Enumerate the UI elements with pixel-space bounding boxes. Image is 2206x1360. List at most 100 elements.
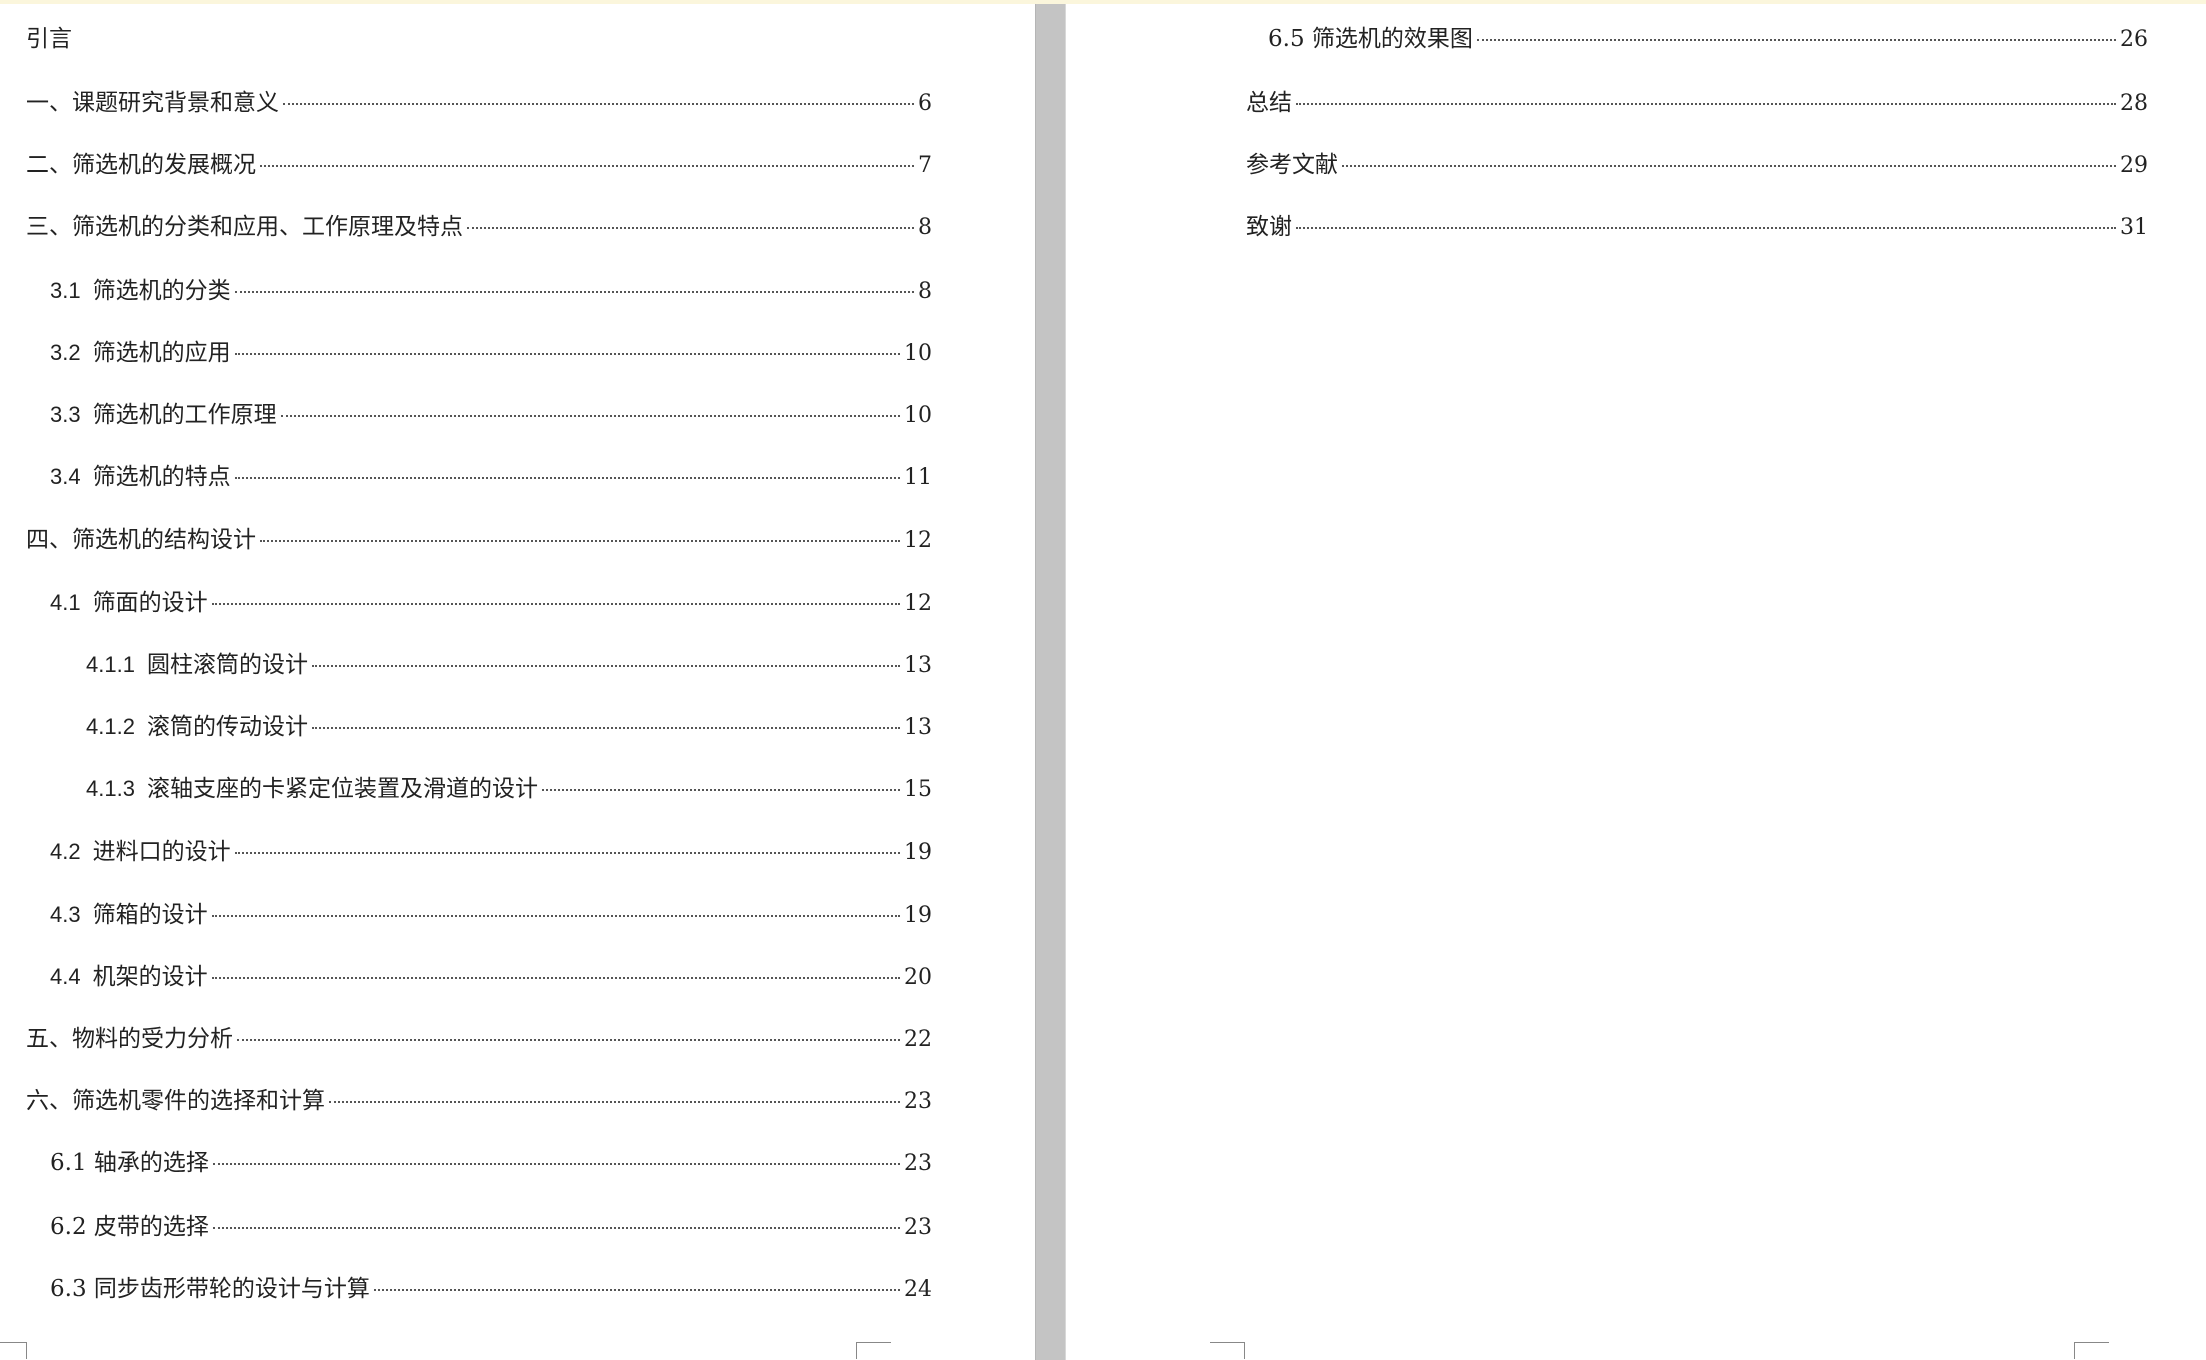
toc-entry-page-number: 7 (918, 153, 932, 178)
toc-entry-page-number: 26 (2120, 27, 2148, 52)
toc-entry-page-number: 23 (904, 1215, 932, 1240)
toc-entry-number: 3.1 (50, 278, 81, 303)
toc-entry-number: 4.1.1 (86, 652, 135, 677)
toc-dot-leader (211, 977, 900, 979)
toc-dot-leader (1296, 103, 2116, 105)
toc-entry-title: 筛箱的设计 (92, 902, 208, 928)
toc-entry-number: 4.2 (50, 839, 81, 864)
toc-entry-title: 六、筛选机零件的选择和计算 (26, 1088, 325, 1114)
toc-entry-number: 4.1.2 (86, 714, 135, 739)
document-page-left: 引言 一、课题研究背景和意义 6 二、筛选机的发展概况 7 三、筛选机的分类和应用、工作… (0, 4, 1035, 1360)
toc-entry: 3.2 筛选机的应用 10 (50, 336, 932, 370)
toc-entry-page-number: 28 (2120, 91, 2148, 116)
toc-dot-leader (234, 291, 914, 293)
toc-entry-number: 4.1 (50, 590, 81, 615)
toc-entry-title: 筛选机的工作原理 (92, 402, 277, 428)
toc-entry-number: 3.2 (50, 340, 81, 365)
toc-entry-number: 3.3 (50, 402, 81, 427)
toc-dot-leader (212, 1227, 900, 1229)
toc-dot-leader (311, 727, 900, 729)
toc-entry-title: 致谢 (1246, 214, 1292, 240)
toc-entry-number: 4.1.3 (86, 776, 135, 801)
toc-entry-title: 圆柱滚筒的设计 (146, 652, 308, 678)
page-corner-mark (1210, 1342, 1245, 1359)
toc-entry: 4.1.2 滚筒的传动设计 13 (86, 710, 932, 744)
toc-entry-title: 总结 (1246, 90, 1292, 116)
toc-entry-title: 6.3 同步齿形带轮的设计与计算 (50, 1276, 370, 1302)
toc-entry: 6.3 同步齿形带轮的设计与计算 24 (50, 1272, 932, 1306)
toc-entry-title: 三、筛选机的分类和应用、工作原理及特点 (26, 214, 463, 240)
toc-dot-leader (237, 1039, 900, 1041)
toc-dot-leader (329, 1101, 900, 1103)
toc-entry-title: 筛选机的应用 (92, 340, 231, 366)
toc-entry-title: 6.5 筛选机的效果图 (1268, 26, 1473, 52)
toc-entry-title: 二、筛选机的发展概况 (26, 152, 256, 178)
toc-entry: 3.1 筛选机的分类 8 (50, 274, 932, 308)
toc-entry-page-number: 8 (918, 279, 932, 304)
toc-entry-title: 筛面的设计 (92, 590, 208, 616)
toc-entry: 6.5 筛选机的效果图 26 (1268, 22, 2148, 56)
page-corner-mark (2074, 1342, 2109, 1359)
toc-dot-leader (260, 165, 914, 167)
toc-dot-leader (1342, 165, 2116, 167)
toc-entry-page-number: 12 (904, 528, 932, 553)
toc-dot-leader (311, 665, 900, 667)
toc-dot-leader (234, 353, 900, 355)
toc-entry-page-number: 10 (904, 341, 932, 366)
toc-entry-title: 五、物料的受力分析 (26, 1026, 233, 1052)
toc-dot-leader (373, 1289, 900, 1291)
toc-entry-title: 参考文献 (1246, 152, 1338, 178)
toc-entry: 六、筛选机零件的选择和计算 23 (26, 1084, 932, 1118)
toc-entry: 4.1 筛面的设计 12 (50, 586, 932, 620)
toc-dot-leader (260, 540, 900, 542)
toc-entry-title: 机架的设计 (92, 964, 208, 990)
page-corner-mark (856, 1342, 891, 1359)
toc-entry-title: 一、课题研究背景和意义 (26, 90, 279, 116)
toc-entry-title: 滚筒的传动设计 (146, 714, 308, 740)
toc-entry: 致谢 31 (1246, 210, 2148, 244)
document-page-right: 6.5 筛选机的效果图 26 总结 28 参考文献 29 致谢 31 (1066, 4, 2206, 1360)
toc-entry: 6.1 轴承的选择 23 (50, 1146, 932, 1180)
toc-dot-leader (211, 915, 900, 917)
toc-entry-page-number: 31 (2120, 215, 2148, 240)
toc-entry: 3.4 筛选机的特点 11 (50, 460, 932, 494)
toc-entry: 总结 28 (1246, 86, 2148, 120)
toc-dot-leader (1296, 227, 2116, 229)
toc-dot-leader (541, 789, 900, 791)
toc-entry-page-number: 11 (904, 465, 932, 490)
toc-entry: 6.2 皮带的选择 23 (50, 1210, 932, 1244)
toc-entry-page-number: 24 (904, 1277, 932, 1302)
toc-entry-page-number: 23 (904, 1151, 932, 1176)
toc-entry: 四、筛选机的结构设计 12 (26, 523, 932, 557)
toc-dot-leader (283, 103, 914, 105)
toc-entry-page-number: 20 (904, 965, 932, 990)
toc-entry: 4.4 机架的设计 20 (50, 960, 932, 994)
toc-dot-leader (234, 852, 900, 854)
toc-entry-page-number: 15 (904, 777, 932, 802)
toc-entry: 五、物料的受力分析 22 (26, 1022, 932, 1056)
toc-entry-page-number: 22 (904, 1027, 932, 1052)
intro-heading: 引言 (26, 26, 72, 52)
toc-entry-title: 滚轴支座的卡紧定位装置及滑道的设计 (146, 776, 538, 802)
toc-dot-leader (234, 477, 900, 479)
toc-entry-page-number: 12 (904, 591, 932, 616)
toc-dot-leader (467, 227, 914, 229)
toc-entry-title: 筛选机的特点 (92, 464, 231, 490)
toc-entry: 4.1.3 滚轴支座的卡紧定位装置及滑道的设计 15 (86, 772, 932, 806)
toc-entry-title: 6.1 轴承的选择 (50, 1150, 209, 1176)
toc-entry: 3.3 筛选机的工作原理 10 (50, 398, 932, 432)
toc-entry: 一、课题研究背景和意义 6 (26, 86, 932, 120)
toc-dot-leader (1476, 39, 2116, 41)
toc-entry-page-number: 19 (904, 840, 932, 865)
toc-dot-leader (211, 603, 900, 605)
toc-entry: 4.2 进料口的设计 19 (50, 835, 932, 869)
toc-entry-title: 进料口的设计 (92, 839, 231, 865)
toc-entry-title: 6.2 皮带的选择 (50, 1214, 209, 1240)
toc-entry-page-number: 10 (904, 403, 932, 428)
toc-entry-page-number: 23 (904, 1089, 932, 1114)
page-gutter (1035, 4, 1066, 1360)
toc-entry: 4.1.1 圆柱滚筒的设计 13 (86, 648, 932, 682)
toc-entry-number: 4.4 (50, 964, 81, 989)
toc-dot-leader (212, 1163, 900, 1165)
toc-entry-page-number: 6 (918, 91, 932, 116)
